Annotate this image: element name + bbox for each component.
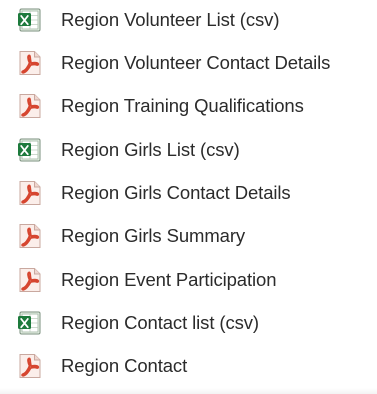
excel-icon [18, 311, 41, 335]
report-link-item[interactable]: Region Contact list (csv) [0, 303, 377, 343]
report-link-item[interactable]: Region Volunteer List (csv) [0, 0, 377, 40]
pdf-icon [19, 51, 41, 75]
report-link-item[interactable]: Region Girls Contact Details [0, 173, 377, 213]
report-link-item[interactable]: Region Volunteer Contact Details [0, 43, 377, 83]
pdf-icon [19, 224, 41, 248]
report-label[interactable]: Region Volunteer List (csv) [61, 9, 279, 31]
report-label[interactable]: Region Volunteer Contact Details [61, 52, 330, 74]
pdf-icon [19, 181, 41, 205]
bottom-fade [0, 388, 377, 394]
pdf-icon [19, 268, 41, 292]
report-label[interactable]: Region Training Qualifications [61, 95, 304, 117]
pdf-icon [19, 354, 41, 378]
report-label[interactable]: Region Event Participation [61, 269, 277, 291]
report-label[interactable]: Region Contact list (csv) [61, 312, 259, 334]
report-link-item[interactable]: Region Event Participation [0, 260, 377, 300]
excel-icon [18, 8, 41, 32]
report-label[interactable]: Region Girls Contact Details [61, 182, 291, 204]
pdf-icon [19, 94, 41, 118]
excel-icon [18, 138, 41, 162]
report-label[interactable]: Region Girls Summary [61, 225, 245, 247]
report-link-item[interactable]: Region Girls List (csv) [0, 130, 377, 170]
report-label[interactable]: Region Girls List (csv) [61, 139, 240, 161]
report-link-item[interactable]: Region Contact [0, 346, 377, 386]
report-list: Region Volunteer List (csv) Region Volun… [0, 0, 377, 394]
report-link-item[interactable]: Region Girls Summary [0, 216, 377, 256]
report-label[interactable]: Region Contact [61, 355, 187, 377]
report-link-item[interactable]: Region Training Qualifications [0, 86, 377, 126]
